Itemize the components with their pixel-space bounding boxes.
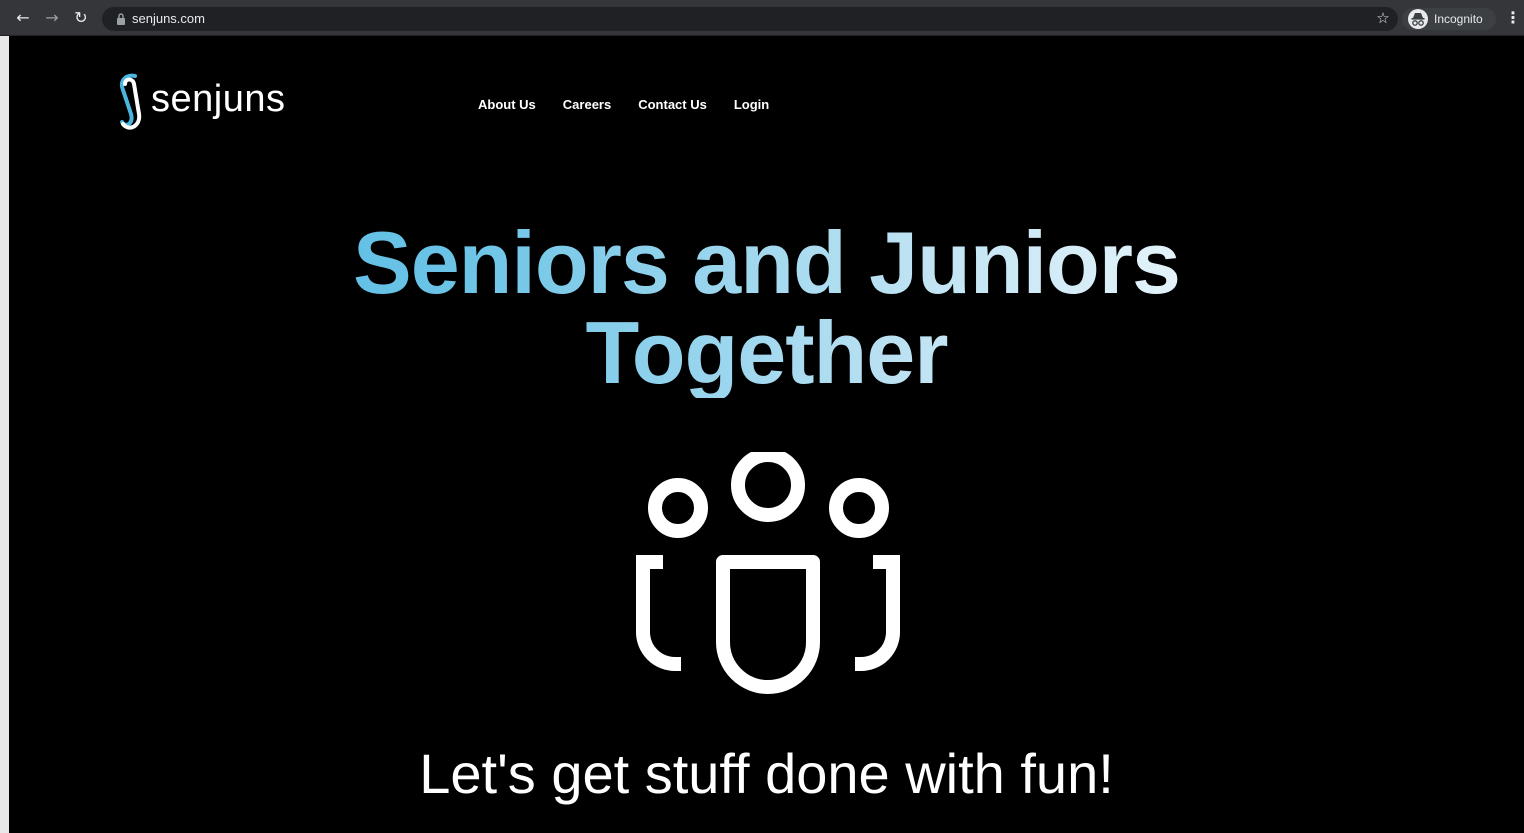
main-nav: About Us Careers Contact Us Login bbox=[478, 96, 796, 116]
incognito-badge[interactable]: Incognito bbox=[1402, 8, 1496, 30]
hero-title: Seniors and Juniors Together bbox=[9, 218, 1524, 398]
page-viewport: senjuns About Us Careers Contact Us Logi… bbox=[9, 36, 1524, 833]
reload-icon[interactable]: ↻ bbox=[71, 8, 91, 28]
back-icon[interactable]: ← bbox=[13, 8, 33, 28]
browser-toolbar: ← → ↻ senjuns.com ☆ Incognito ⋮ bbox=[0, 0, 1524, 36]
lock-icon bbox=[117, 13, 125, 25]
hero-title-line2: Together bbox=[585, 303, 948, 402]
incognito-icon bbox=[1408, 9, 1428, 29]
incognito-label: Incognito bbox=[1434, 12, 1483, 26]
logo-text: senjuns bbox=[151, 78, 286, 120]
paperclip-logo-icon bbox=[120, 73, 142, 130]
menu-icon[interactable]: ⋮ bbox=[1505, 8, 1521, 28]
nav-login[interactable]: Login bbox=[734, 96, 769, 116]
star-icon[interactable]: ☆ bbox=[1373, 8, 1393, 28]
site-logo[interactable]: senjuns bbox=[113, 70, 313, 134]
nav-contact-us[interactable]: Contact Us bbox=[638, 96, 707, 116]
forward-icon[interactable]: → bbox=[42, 8, 62, 28]
hero-title-line1: Seniors and Juniors bbox=[353, 213, 1180, 312]
address-bar[interactable]: senjuns.com bbox=[102, 7, 1398, 31]
hero-tagline: Let's get stuff done with fun! bbox=[419, 742, 1114, 805]
url-text[interactable]: senjuns.com bbox=[132, 11, 205, 27]
nav-careers[interactable]: Careers bbox=[563, 96, 611, 116]
group-people-icon bbox=[636, 452, 900, 694]
nav-about-us[interactable]: About Us bbox=[478, 96, 536, 116]
